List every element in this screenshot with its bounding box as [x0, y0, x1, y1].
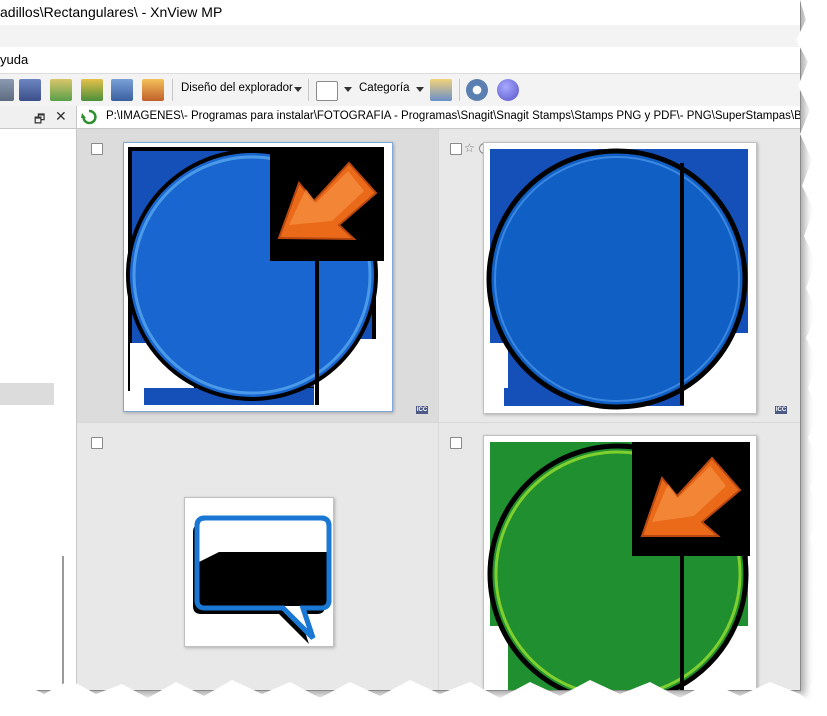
menu-item-help[interactable]: yuda: [0, 52, 28, 67]
restore-icon[interactable]: 🗗: [34, 110, 45, 131]
icc-badge: ICC: [775, 406, 787, 414]
toolbar-separator: [308, 79, 309, 101]
toolbar-separator: [172, 79, 173, 101]
close-icon[interactable]: ✕: [55, 108, 67, 125]
toolbar-separator: [459, 79, 460, 101]
category-dropdown-label[interactable]: Categoría: [359, 82, 410, 94]
thumbnail-image[interactable]: [483, 142, 757, 414]
refresh-icon[interactable]: [81, 109, 97, 125]
folder-tree-icon[interactable]: [430, 79, 452, 101]
thumbnail-image[interactable]: [483, 435, 757, 690]
panel-scrollbar[interactable]: [62, 556, 64, 690]
star-rating-icon[interactable]: ☆: [464, 141, 475, 155]
batch-rename-icon[interactable]: [81, 79, 103, 101]
path-bar: P:\IMAGENES\- Programas para instalar\FO…: [77, 106, 800, 129]
path-input[interactable]: P:\IMAGENES\- Programas para instalar\FO…: [106, 110, 800, 122]
print-icon[interactable]: [0, 79, 14, 101]
menu-bar: yuda: [0, 47, 800, 74]
panel-header: 🗗 ✕: [0, 106, 76, 129]
toolbar: Diseño del explorador Categoría: [0, 74, 800, 107]
thumbnail-cell[interactable]: [439, 423, 800, 690]
thumbnail-image[interactable]: [123, 142, 393, 412]
convert-icon[interactable]: [50, 79, 72, 101]
window-title: adillos\Rectangulares\ - XnView MP: [0, 4, 223, 20]
thumbnail-grid: ICC ☆ ICC: [77, 129, 800, 690]
rating-filter-icon[interactable]: [316, 81, 338, 101]
thumbnail-cell[interactable]: ICC: [77, 129, 439, 423]
capture-icon[interactable]: [111, 79, 133, 101]
scanner-icon[interactable]: [19, 79, 41, 101]
thumbnail-image[interactable]: [184, 497, 334, 647]
thumbnail-cell[interactable]: [77, 423, 439, 690]
checkbox[interactable]: [91, 437, 103, 449]
slideshow-icon[interactable]: [142, 79, 164, 101]
checkbox[interactable]: [450, 143, 462, 155]
layout-dropdown-label[interactable]: Diseño del explorador: [181, 82, 293, 94]
selected-folder-row[interactable]: [0, 383, 54, 405]
folders-panel: 🗗 ✕: [0, 106, 77, 690]
icc-badge: ICC: [416, 406, 428, 414]
title-area-blank: [0, 25, 800, 47]
title-bar: adillos\Rectangulares\ - XnView MP: [0, 0, 800, 25]
checkbox[interactable]: [91, 143, 103, 155]
chevron-down-icon[interactable]: [344, 87, 352, 92]
help-icon[interactable]: [497, 79, 519, 101]
gear-icon[interactable]: [466, 79, 488, 101]
chevron-down-icon[interactable]: [294, 87, 302, 92]
thumbnail-cell[interactable]: ☆ ICC: [439, 129, 800, 423]
app-window: adillos\Rectangulares\ - XnView MP yuda …: [0, 0, 801, 691]
checkbox[interactable]: [450, 437, 462, 449]
chevron-down-icon[interactable]: [416, 87, 424, 92]
